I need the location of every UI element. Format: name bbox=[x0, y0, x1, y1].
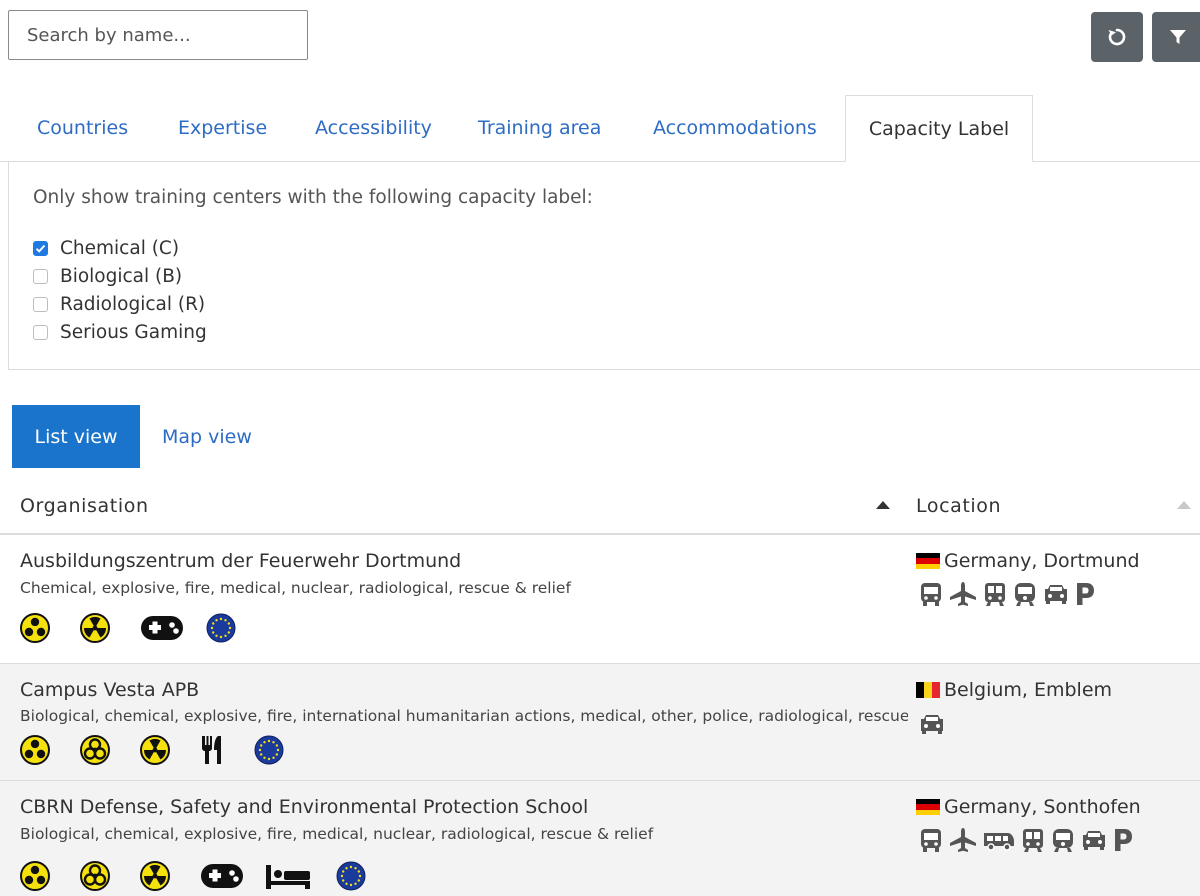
list-view-tab[interactable]: List view bbox=[12, 405, 140, 468]
airplane-icon bbox=[950, 828, 976, 852]
checkbox[interactable] bbox=[33, 269, 48, 284]
biological-icon bbox=[80, 735, 110, 765]
sort-icon[interactable] bbox=[1176, 500, 1192, 510]
organisation-name[interactable]: Ausbildungszentrum der Feuerwehr Dortmun… bbox=[20, 550, 461, 572]
capacity-label-icons bbox=[18, 859, 374, 891]
belgium-flag-icon bbox=[916, 682, 940, 698]
bus-icon bbox=[921, 583, 941, 606]
capacity-label-icons bbox=[18, 733, 292, 765]
airplane-icon bbox=[950, 582, 976, 606]
table-row[interactable]: Ausbildungszentrum der Feuerwehr Dortmun… bbox=[0, 535, 1200, 664]
organisation-expertise: Chemical, explosive, fire, medical, nucl… bbox=[20, 579, 571, 597]
search-input[interactable] bbox=[8, 10, 308, 60]
eu-icon bbox=[254, 735, 284, 765]
access-icons bbox=[918, 581, 1096, 607]
checkbox-chemical[interactable]: Chemical (C) bbox=[33, 238, 179, 259]
car-icon bbox=[921, 715, 943, 734]
column-header-organisation[interactable]: Organisation bbox=[20, 478, 149, 533]
location-text: Belgium, Emblem bbox=[944, 679, 1113, 701]
germany-flag-icon bbox=[916, 799, 940, 815]
eu-icon bbox=[336, 861, 366, 891]
gamepad-icon bbox=[141, 616, 183, 640]
chemical-icon bbox=[20, 735, 50, 765]
map-view-tab[interactable]: Map view bbox=[162, 405, 252, 468]
checkbox-label: Radiological (R) bbox=[60, 294, 206, 315]
panel-intro-text: Only show training centers with the foll… bbox=[33, 187, 593, 208]
radiological-icon bbox=[80, 613, 110, 643]
access-icons bbox=[918, 711, 946, 737]
tram-icon bbox=[1053, 829, 1073, 852]
tab-countries[interactable]: Countries bbox=[37, 95, 128, 161]
table-header: Organisation Location bbox=[0, 478, 1200, 535]
train-icon bbox=[1023, 829, 1043, 852]
checkmark-icon bbox=[35, 244, 46, 253]
filter-tabs: Countries Expertise Accessibility Traini… bbox=[0, 95, 1200, 162]
checkbox-label: Chemical (C) bbox=[60, 238, 180, 259]
checkbox-label: Serious Gaming bbox=[60, 322, 207, 343]
radiological-icon bbox=[140, 861, 170, 891]
column-header-location[interactable]: Location bbox=[916, 478, 1001, 533]
radiological-icon bbox=[140, 735, 170, 765]
chemical-icon bbox=[20, 613, 50, 643]
capacity-label-panel: Only show training centers with the foll… bbox=[8, 161, 1200, 370]
biological-icon bbox=[80, 861, 110, 891]
checkbox-label: Biological (B) bbox=[60, 266, 183, 287]
location: Germany, Dortmund bbox=[916, 550, 1140, 572]
eu-icon bbox=[206, 613, 236, 643]
organisation-name[interactable]: Campus Vesta APB bbox=[20, 679, 199, 701]
checkbox-serious-gaming[interactable]: Serious Gaming bbox=[33, 322, 207, 343]
checkbox-radiological[interactable]: Radiological (R) bbox=[33, 294, 205, 315]
car-icon bbox=[1083, 831, 1105, 850]
checkbox[interactable] bbox=[33, 325, 48, 340]
location-text: Germany, Dortmund bbox=[944, 550, 1140, 572]
filter-icon bbox=[1170, 30, 1186, 44]
tab-training-area[interactable]: Training area bbox=[478, 95, 601, 161]
bed-icon bbox=[266, 865, 310, 889]
sort-asc-icon[interactable] bbox=[875, 500, 891, 510]
tab-accommodations[interactable]: Accommodations bbox=[653, 95, 817, 161]
reset-icon bbox=[1108, 28, 1126, 46]
tab-expertise[interactable]: Expertise bbox=[178, 95, 267, 161]
checkbox-biological[interactable]: Biological (B) bbox=[33, 266, 182, 287]
germany-flag-icon bbox=[916, 553, 940, 569]
checkbox[interactable] bbox=[33, 241, 48, 256]
reset-button[interactable] bbox=[1091, 12, 1143, 62]
car-icon bbox=[1045, 585, 1067, 604]
location: Germany, Sonthofen bbox=[916, 796, 1141, 818]
organisation-expertise: Biological, chemical, explosive, fire, m… bbox=[20, 825, 654, 843]
bus-icon bbox=[921, 829, 941, 852]
restaurant-icon bbox=[202, 736, 221, 764]
table-row[interactable]: CBRN Defense, Safety and Environmental P… bbox=[0, 781, 1200, 896]
parking-icon bbox=[1077, 583, 1094, 605]
tab-accessibility[interactable]: Accessibility bbox=[315, 95, 432, 161]
location-text: Germany, Sonthofen bbox=[944, 796, 1141, 818]
location: Belgium, Emblem bbox=[916, 679, 1112, 701]
table-row[interactable]: Campus Vesta APB Biological, chemical, e… bbox=[0, 664, 1200, 781]
parking-icon bbox=[1115, 829, 1132, 851]
train-icon bbox=[985, 583, 1005, 606]
tram-icon bbox=[1015, 583, 1035, 606]
shuttle-icon bbox=[984, 833, 1014, 851]
capacity-label-icons bbox=[18, 611, 244, 643]
checkbox[interactable] bbox=[33, 297, 48, 312]
filter-button[interactable] bbox=[1152, 12, 1200, 62]
access-icons bbox=[918, 827, 1134, 853]
chemical-icon bbox=[20, 861, 50, 891]
organisation-name[interactable]: CBRN Defense, Safety and Environmental P… bbox=[20, 796, 588, 818]
tab-capacity-label[interactable]: Capacity Label bbox=[845, 95, 1033, 162]
gamepad-icon bbox=[201, 864, 243, 888]
organisation-expertise: Biological, chemical, explosive, fire, i… bbox=[20, 707, 908, 725]
